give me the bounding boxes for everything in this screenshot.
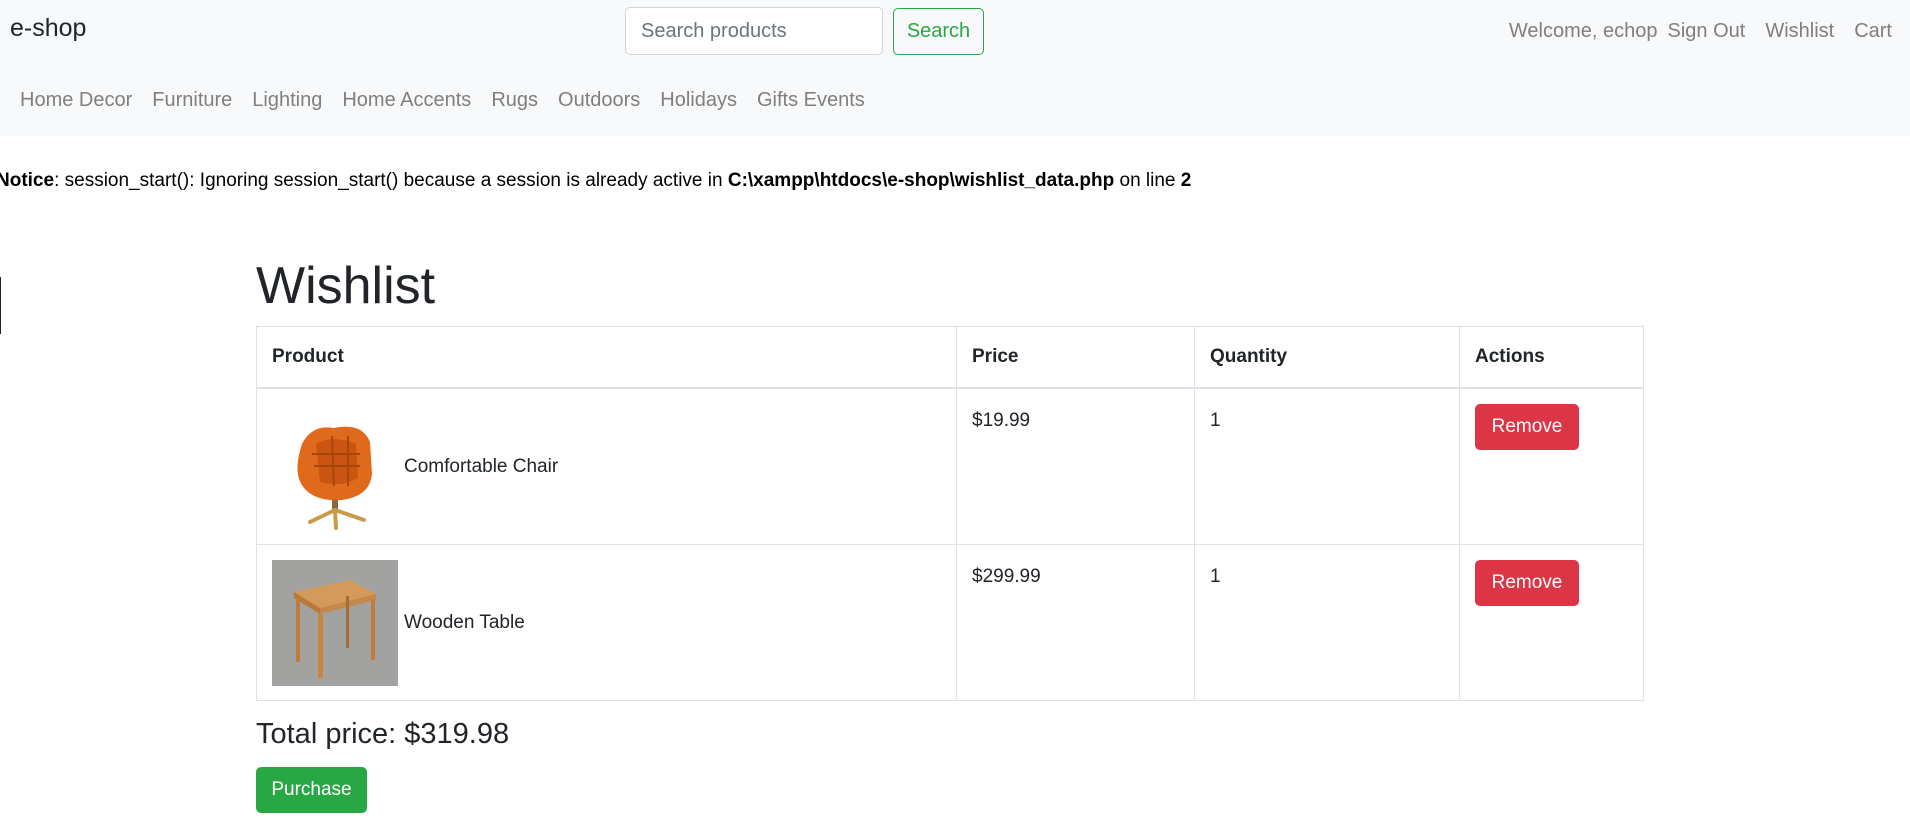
product-cell: Comfortable Chair [256,387,957,545]
product-cell: Wooden Table [256,544,957,701]
brand-logo[interactable]: e-shop [10,14,86,43]
notice-label: Notice [0,170,55,191]
notice-line-number: 2 [1180,170,1192,191]
price-cell: $299.99 [956,544,1195,701]
category-rugs[interactable]: Rugs [481,89,548,112]
category-furniture[interactable]: Furniture [142,89,242,112]
category-home-accents[interactable]: Home Accents [332,89,481,112]
remove-button[interactable]: Remove [1475,404,1579,450]
quantity-cell: 1 [1194,387,1460,545]
category-outdoors[interactable]: Outdoors [548,89,650,112]
price-cell: $19.99 [956,387,1195,545]
wishlist-table: Product Price Quantity Actions Comfortab [256,326,1644,701]
product-price: $19.99 [972,410,1031,431]
search-button[interactable]: Search [893,8,984,55]
total-price: Total price: $319.98 [256,718,510,750]
purchase-button[interactable]: Purchase [256,767,367,813]
table-row: Comfortable Chair $19.99 1 Remove [256,387,1644,545]
table-image[interactable] [272,559,398,686]
category-lighting[interactable]: Lighting [242,89,332,112]
product-quantity: 1 [1210,410,1221,431]
column-header-actions: Actions [1459,326,1644,389]
chair-image[interactable] [272,403,398,530]
table-row: Wooden Table $299.99 1 Remove [256,544,1644,701]
category-nav: Home Decor Furniture Lighting Home Accen… [10,89,875,112]
product-name: Wooden Table [404,611,525,633]
column-header-price: Price [956,326,1195,389]
left-edge-marker [0,277,1,334]
remove-button[interactable]: Remove [1475,560,1579,606]
cart-link[interactable]: Cart [1844,20,1902,43]
product-name: Comfortable Chair [404,455,559,477]
actions-cell: Remove [1459,387,1644,545]
search-input[interactable] [625,7,883,55]
quantity-cell: 1 [1194,544,1460,701]
navbar: e-shop Search Welcome, echop Sign Out Wi… [0,0,1910,136]
sign-out-link[interactable]: Sign Out [1657,20,1755,43]
category-holidays[interactable]: Holidays [650,89,747,112]
column-header-product: Product [256,326,957,389]
category-home-decor[interactable]: Home Decor [10,89,142,112]
page-title: Wishlist [256,257,436,315]
user-nav: Welcome, echop Sign Out Wishlist Cart [1499,20,1902,43]
column-header-quantity: Quantity [1194,326,1460,389]
category-gifts-events[interactable]: Gifts Events [747,89,875,112]
welcome-text: Welcome, echop [1508,20,1658,42]
product-price: $299.99 [972,566,1041,587]
actions-cell: Remove [1459,544,1644,701]
product-quantity: 1 [1210,566,1221,587]
table-header-row: Product Price Quantity Actions [256,326,1644,389]
notice-on-line: on line [1114,170,1181,191]
notice-path: C:\xampp\htdocs\e-shop\wishlist_data.php [727,170,1115,191]
wishlist-link[interactable]: Wishlist [1755,20,1844,43]
php-notice: Notice: session_start(): Ignoring sessio… [0,170,1191,192]
notice-message: : session_start(): Ignoring session_star… [54,170,728,191]
